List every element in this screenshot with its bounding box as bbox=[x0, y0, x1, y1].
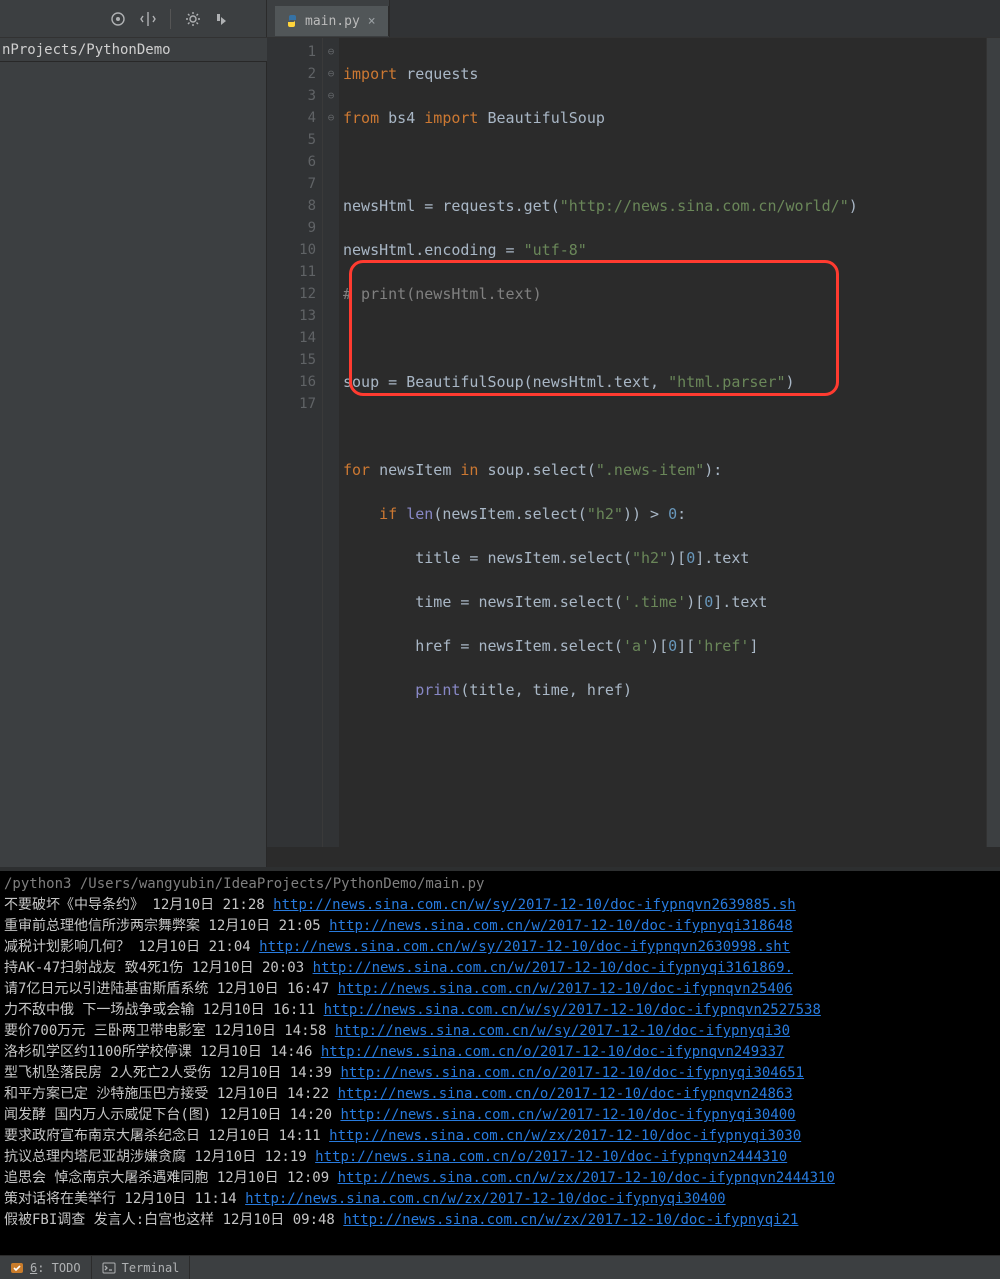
console-link[interactable]: http://news.sina.com.cn/o/2017-12-10/doc… bbox=[340, 1065, 804, 1081]
top-bar: main.py × bbox=[0, 0, 1000, 38]
project-sidebar: nProjects/PythonDemo bbox=[0, 38, 267, 867]
line-gutter: 1 2 3 4 5 6 7 8 9 10 11 12 13 14 15 16 1… bbox=[267, 38, 323, 847]
line-number: 5 bbox=[267, 129, 316, 151]
console-link[interactable]: http://news.sina.com.cn/w/2017-12-10/doc… bbox=[340, 1107, 795, 1123]
line-number: 12 bbox=[267, 283, 316, 305]
tab-filler bbox=[389, 0, 1000, 37]
console-output-row: 请7亿日元以引进陆基宙斯盾系统 12月10日 16:47 http://news… bbox=[4, 979, 996, 1000]
terminal-label: Terminal bbox=[122, 1261, 180, 1275]
console-link[interactable]: http://news.sina.com.cn/w/zx/2017-12-10/… bbox=[329, 1128, 801, 1144]
tab-label: main.py bbox=[305, 14, 360, 29]
code-area[interactable]: import requests from bs4 import Beautifu… bbox=[339, 38, 986, 847]
console-link[interactable]: http://news.sina.com.cn/w/zx/2017-12-10/… bbox=[245, 1191, 725, 1207]
project-path[interactable]: nProjects/PythonDemo bbox=[0, 38, 267, 62]
editor-tabs: main.py × bbox=[267, 0, 1000, 37]
editor-markup-strip bbox=[986, 38, 1000, 847]
editor-viewport[interactable]: 1 2 3 4 5 6 7 8 9 10 11 12 13 14 15 16 1… bbox=[267, 38, 1000, 847]
line-number: 2 bbox=[267, 63, 316, 85]
console-link[interactable]: http://news.sina.com.cn/w/2017-12-10/doc… bbox=[329, 918, 793, 934]
close-icon[interactable]: × bbox=[366, 14, 378, 29]
terminal-toolwindow-tab[interactable]: Terminal bbox=[92, 1256, 191, 1279]
fold-marker-icon[interactable]: ⊖ bbox=[323, 41, 339, 63]
line-number: 4 bbox=[267, 107, 316, 129]
line-number: 15 bbox=[267, 349, 316, 371]
line-number: 9 bbox=[267, 217, 316, 239]
console-output-row: 假被FBI调查 发言人:白宫也这样 12月10日 09:48 http://ne… bbox=[4, 1210, 996, 1231]
console-output-row: 要价700万元 三卧两卫带电影室 12月10日 14:58 http://new… bbox=[4, 1021, 996, 1042]
todo-toolwindow-tab[interactable]: 6: TODO bbox=[0, 1256, 92, 1279]
console-output-row: 不要破坏《中导条约》 12月10日 21:28 http://news.sina… bbox=[4, 895, 996, 916]
line-number: 7 bbox=[267, 173, 316, 195]
line-number: 14 bbox=[267, 327, 316, 349]
line-number: 17 bbox=[267, 393, 316, 415]
split-icon[interactable] bbox=[140, 11, 156, 27]
line-number: 3 bbox=[267, 85, 316, 107]
console-command: /python3 /Users/wangyubin/IdeaProjects/P… bbox=[4, 874, 996, 895]
console-output-row: 减税计划影响几何？ 12月10日 21:04 http://news.sina.… bbox=[4, 937, 996, 958]
main-row: nProjects/PythonDemo 1 2 3 4 5 6 7 8 9 1… bbox=[0, 38, 1000, 867]
gear-icon[interactable] bbox=[185, 11, 201, 27]
console-output-row: 和平方案已定 沙特施压巴方接受 12月10日 14:22 http://news… bbox=[4, 1084, 996, 1105]
fold-marker-icon[interactable]: ⊖ bbox=[323, 85, 339, 107]
todo-icon bbox=[10, 1261, 24, 1275]
line-number: 8 bbox=[267, 195, 316, 217]
console-link[interactable]: http://news.sina.com.cn/w/2017-12-10/doc… bbox=[338, 981, 793, 997]
fold-marker-icon[interactable]: ⊖ bbox=[323, 63, 339, 85]
console-output-row: 闻发酵 国内万人示威促下台(图) 12月10日 14:20 http://new… bbox=[4, 1105, 996, 1126]
project-toolbar bbox=[0, 0, 267, 37]
console-output-row: 型飞机坠落民房 2人死亡2人受伤 12月10日 14:39 http://new… bbox=[4, 1063, 996, 1084]
toolbar-divider bbox=[170, 9, 171, 29]
console-link[interactable]: http://news.sina.com.cn/w/2017-12-10/doc… bbox=[313, 960, 793, 976]
console-link[interactable]: http://news.sina.com.cn/w/sy/2017-12-10/… bbox=[324, 1002, 821, 1018]
todo-label: : TODO bbox=[37, 1261, 80, 1275]
console-output-row: 重审前总理他信所涉两宗舞弊案 12月10日 21:05 http://news.… bbox=[4, 916, 996, 937]
console-link[interactable]: http://news.sina.com.cn/o/2017-12-10/doc… bbox=[338, 1086, 793, 1102]
console-link[interactable]: http://news.sina.com.cn/w/zx/2017-12-10/… bbox=[343, 1212, 798, 1228]
console-link[interactable]: http://news.sina.com.cn/o/2017-12-10/doc… bbox=[321, 1044, 785, 1060]
status-bar: 6: TODO Terminal bbox=[0, 1255, 1000, 1279]
target-icon[interactable] bbox=[110, 11, 126, 27]
line-number: 1 bbox=[267, 41, 316, 63]
line-number: 10 bbox=[267, 239, 316, 261]
console-link[interactable]: http://news.sina.com.cn/o/2017-12-10/doc… bbox=[315, 1149, 787, 1165]
console-output-row: 力不敌中俄 下一场战争或会输 12月10日 16:11 http://news.… bbox=[4, 1000, 996, 1021]
terminal-icon bbox=[102, 1261, 116, 1275]
line-number: 11 bbox=[267, 261, 316, 283]
console-link[interactable]: http://news.sina.com.cn/w/sy/2017-12-10/… bbox=[273, 897, 796, 913]
console-output-row: 策对话将在美举行 12月10日 11:14 http://news.sina.c… bbox=[4, 1189, 996, 1210]
sidebar-body bbox=[0, 62, 266, 867]
fold-gutter: ⊖ ⊖ ⊖ ⊖ bbox=[323, 38, 339, 847]
line-number: 16 bbox=[267, 371, 316, 393]
console-output-row: 持AK-47扫射战友 致4死1伤 12月10日 20:03 http://new… bbox=[4, 958, 996, 979]
run-console[interactable]: /python3 /Users/wangyubin/IdeaProjects/P… bbox=[0, 871, 1000, 1255]
console-output-row: 追思会 悼念南京大屠杀遇难同胞 12月10日 12:09 http://news… bbox=[4, 1168, 996, 1189]
editor: 1 2 3 4 5 6 7 8 9 10 11 12 13 14 15 16 1… bbox=[267, 38, 1000, 867]
console-output-row: 洛杉矶学区约1100所学校停课 12月10日 14:46 http://news… bbox=[4, 1042, 996, 1063]
python-file-icon bbox=[285, 14, 299, 28]
fold-marker-icon[interactable]: ⊖ bbox=[323, 107, 339, 129]
console-output-row: 抗议总理内塔尼亚胡涉嫌贪腐 12月10日 12:19 http://news.s… bbox=[4, 1147, 996, 1168]
console-output-row: 要求政府宣布南京大屠杀纪念日 12月10日 14:11 http://news.… bbox=[4, 1126, 996, 1147]
tab-main-py[interactable]: main.py × bbox=[275, 6, 389, 36]
editor-footer bbox=[267, 847, 1000, 867]
console-link[interactable]: http://news.sina.com.cn/w/sy/2017-12-10/… bbox=[259, 939, 790, 955]
console-link[interactable]: http://news.sina.com.cn/w/zx/2017-12-10/… bbox=[338, 1170, 835, 1186]
line-number: 6 bbox=[267, 151, 316, 173]
line-number: 13 bbox=[267, 305, 316, 327]
console-link[interactable]: http://news.sina.com.cn/w/sy/2017-12-10/… bbox=[335, 1023, 790, 1039]
collapse-icon[interactable] bbox=[215, 11, 231, 27]
